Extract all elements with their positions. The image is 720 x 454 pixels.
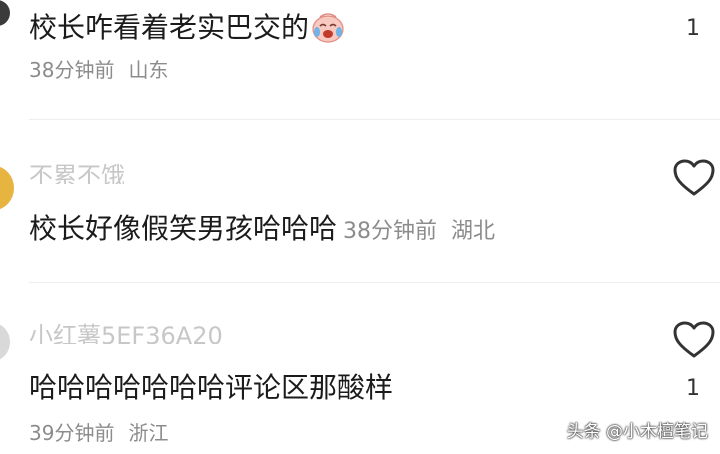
comment-text: 哈哈哈哈哈哈哈评论区那酸样 [29,371,394,404]
divider [29,119,720,120]
comment-location: 湖北 [451,219,496,244]
comment-username[interactable]: 小红薯5EF36A20 [29,320,223,344]
avatar[interactable] [0,166,14,210]
crying-laughing-face-icon [311,11,345,54]
comment-body: 校长好像假笑男孩哈哈哈 [29,212,338,245]
comment-text: 校长好像假笑男孩哈哈哈 38分钟前 湖北 [29,209,495,252]
comment-time: 38分钟前 [29,58,115,82]
like-count[interactable]: 1 [686,14,700,44]
comment-meta: 38分钟前 山东 [29,56,168,84]
watermark: 头条 @小木檀笔记 [566,422,708,442]
comment-text: 校长咋看着老实巴交的 [29,8,345,54]
comment-time: 38分钟前 [343,219,438,244]
comment-body: 校长咋看着老实巴交的 [29,11,310,44]
heart-outline-icon[interactable] [672,320,716,360]
comment-location: 山东 [128,58,169,82]
like-count[interactable]: 1 [686,374,700,404]
comment-meta: 39分钟前 浙江 [29,419,168,447]
heart-outline-icon[interactable] [672,158,716,198]
comment-time: 39分钟前 [29,421,115,445]
avatar[interactable] [0,323,10,361]
divider [29,282,720,283]
comment-username[interactable]: 不累不饿 [29,160,125,184]
comment-list: 校长咋看着老实巴交的 38分钟前 山东 1 不累不饿 校长好像假笑男孩哈哈哈 38分… [0,0,720,454]
comment-location: 浙江 [128,421,169,445]
avatar[interactable] [0,0,10,26]
